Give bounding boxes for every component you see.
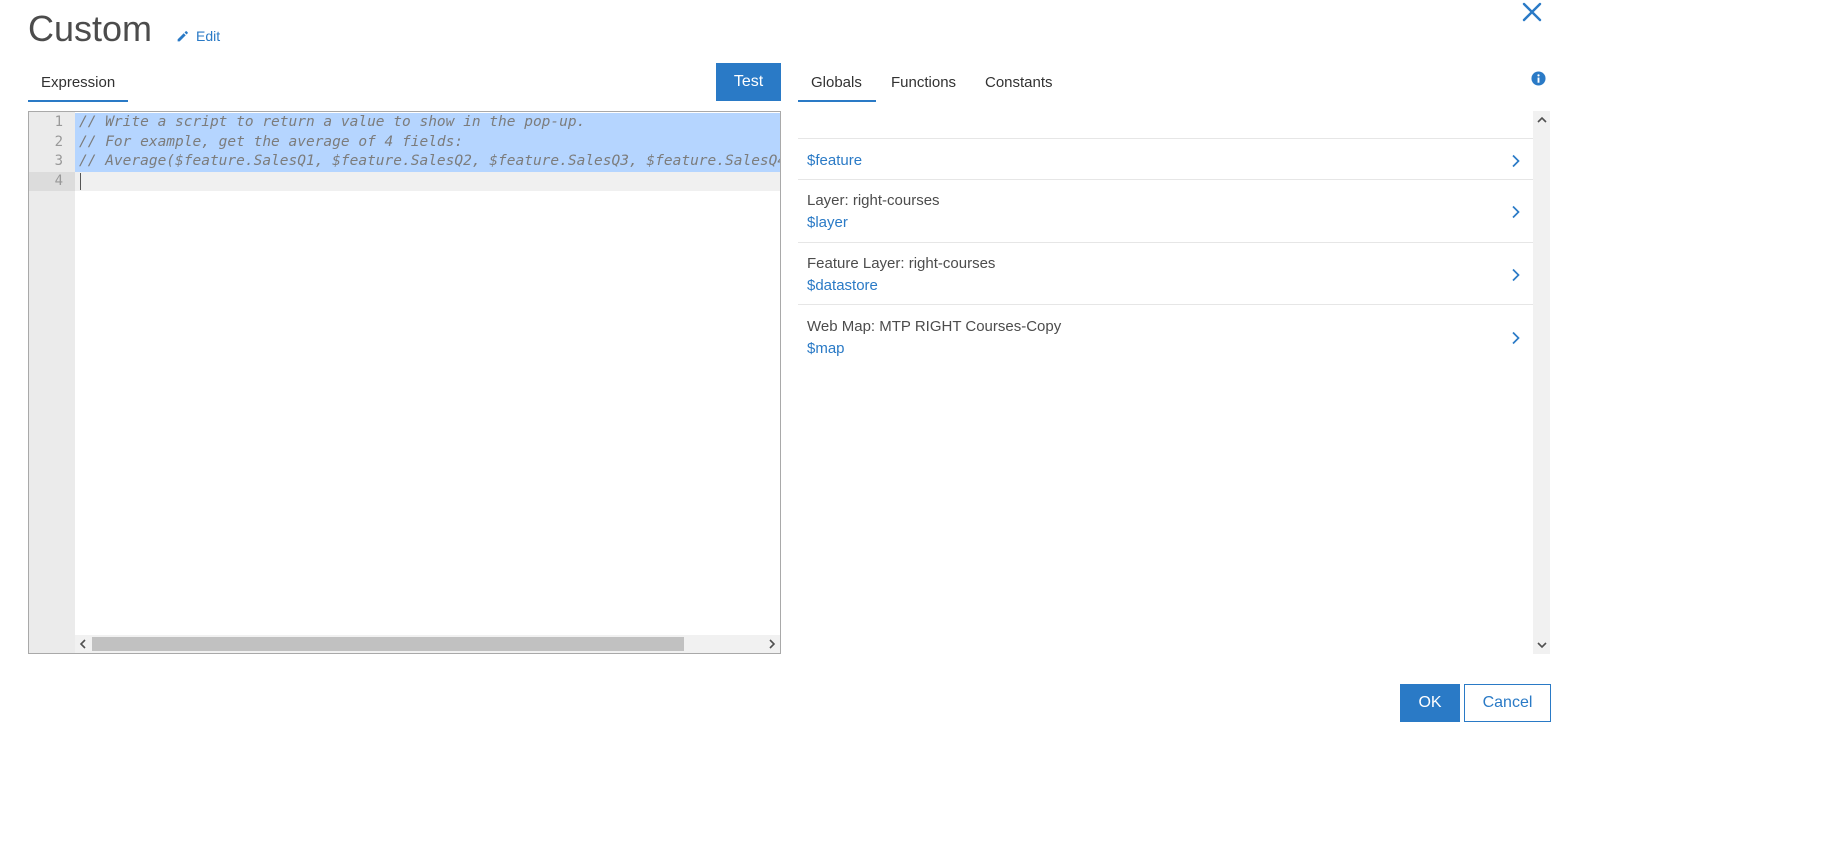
- pencil-icon: [177, 30, 188, 41]
- close-icon: [1522, 2, 1542, 22]
- line-number-gutter: 1 2 3 4: [29, 112, 75, 653]
- tab-expression[interactable]: Expression: [28, 64, 128, 102]
- code-line: // Write a script to return a value to s…: [75, 113, 780, 133]
- chevron-right-icon: [1512, 154, 1520, 168]
- edit-label: Edit: [196, 28, 221, 44]
- cancel-button[interactable]: Cancel: [1464, 684, 1551, 722]
- global-title: Web Map: MTP RIGHT Courses-Copy: [807, 318, 1062, 335]
- code-editor[interactable]: 1 2 3 4 // Write a script to return a va…: [28, 111, 781, 654]
- horizontal-scrollbar[interactable]: [75, 635, 780, 653]
- list-item-map[interactable]: Web Map: MTP RIGHT Courses-Copy $map: [798, 304, 1533, 367]
- current-line-highlight: [75, 171, 780, 191]
- scroll-left-button[interactable]: [75, 635, 91, 653]
- globals-list: $feature Layer: right-courses $layer Fea…: [798, 111, 1533, 654]
- chevron-right-icon: [1512, 205, 1520, 219]
- edit-title-link[interactable]: Edit: [176, 28, 220, 44]
- code-line: // For example, get the average of 4 fie…: [75, 132, 780, 152]
- text-caret: [80, 173, 81, 190]
- chevron-down-icon: [1536, 642, 1547, 649]
- scroll-right-button[interactable]: [764, 635, 780, 653]
- code-text-area[interactable]: // Write a script to return a value to s…: [75, 112, 780, 635]
- chevron-right-icon: [1512, 331, 1520, 345]
- line-number: 1: [54, 114, 63, 130]
- vertical-scrollbar[interactable]: [1533, 111, 1550, 654]
- info-button[interactable]: [1531, 71, 1546, 86]
- global-value: $datastore: [807, 277, 878, 294]
- global-value: $layer: [807, 214, 848, 231]
- ok-button[interactable]: OK: [1400, 684, 1460, 722]
- tab-globals[interactable]: Globals: [798, 64, 876, 102]
- info-icon: [1531, 71, 1546, 86]
- tab-functions[interactable]: Functions: [878, 64, 969, 102]
- horizontal-scroll-thumb[interactable]: [92, 637, 684, 651]
- list-item-datastore[interactable]: Feature Layer: right-courses $datastore: [798, 242, 1533, 304]
- global-value: $map: [807, 340, 845, 357]
- code-line: // Average($feature.SalesQ1, $feature.Sa…: [75, 152, 780, 172]
- tab-constants[interactable]: Constants: [972, 64, 1066, 102]
- list-item-layer[interactable]: Layer: right-courses $layer: [798, 179, 1533, 242]
- global-title: Layer: right-courses: [807, 192, 940, 209]
- scroll-up-button[interactable]: [1533, 111, 1550, 129]
- close-button[interactable]: [1519, 0, 1545, 26]
- line-number: 3: [54, 153, 63, 169]
- global-value: $feature: [807, 152, 863, 169]
- chevron-left-icon: [79, 639, 86, 649]
- chevron-right-icon: [1512, 268, 1520, 282]
- chevron-up-icon: [1536, 116, 1547, 123]
- list-item-feature[interactable]: $feature: [798, 138, 1533, 179]
- test-button[interactable]: Test: [716, 63, 781, 101]
- global-title: Feature Layer: right-courses: [807, 255, 996, 272]
- dialog-title: Custom: [28, 8, 153, 49]
- line-number: 2: [54, 133, 63, 150]
- scroll-down-button[interactable]: [1533, 636, 1550, 654]
- line-number-current: 4: [29, 171, 75, 191]
- chevron-right-icon: [769, 639, 776, 649]
